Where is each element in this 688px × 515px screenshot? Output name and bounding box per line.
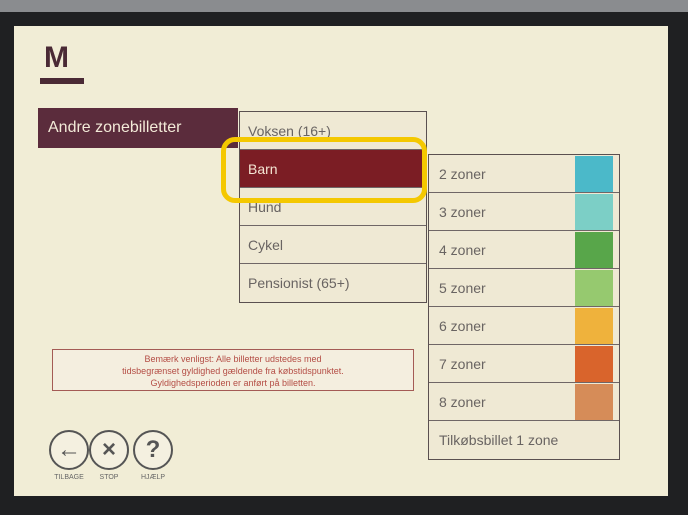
back-button[interactable]: ← — [49, 430, 89, 470]
zone-color-swatch — [575, 232, 613, 268]
category-tab[interactable]: Andre zonebilletter — [38, 108, 238, 148]
notice-line-3: Gyldighedsperioden er anført på billette… — [150, 378, 316, 388]
logo-letter: M — [44, 41, 69, 74]
zone-option-3[interactable]: 3 zoner — [429, 193, 619, 231]
zone-label: 2 zoner — [439, 165, 486, 182]
zone-option-6[interactable]: 6 zoner — [429, 307, 619, 345]
metro-logo: M — [40, 40, 84, 84]
ticket-option-bicycle[interactable]: Cykel — [240, 226, 426, 264]
zone-label: 3 zoner — [439, 203, 486, 220]
logo-underline — [40, 78, 84, 84]
validity-notice: Bemærk venligst: Alle billetter udstedes… — [52, 349, 414, 391]
stop-button[interactable]: × — [89, 430, 129, 470]
ticket-option-adult[interactable]: Voksen (16+) — [240, 112, 426, 150]
ticket-option-pensioner[interactable]: Pensionist (65+) — [240, 264, 426, 302]
back-arrow-icon: ← — [57, 436, 81, 463]
zone-option-supplement[interactable]: Tilkøbsbillet 1 zone — [429, 421, 619, 459]
zone-color-swatch — [575, 156, 613, 192]
zone-label: 6 zoner — [439, 317, 486, 334]
close-icon: × — [101, 436, 116, 463]
zone-color-swatch — [575, 308, 613, 344]
zone-color-swatch — [575, 194, 613, 230]
help-icon: ? — [145, 436, 161, 463]
zone-color-swatch — [575, 270, 613, 306]
zone-label: 8 zoner — [439, 393, 486, 410]
zone-color-swatch — [575, 346, 613, 382]
notice-line-1: Bemærk venligst: Alle billetter udstedes… — [144, 354, 322, 364]
zone-color-swatch — [575, 384, 613, 420]
zone-list: 2 zoner 3 zoner 4 zoner 5 zoner 6 zoner … — [428, 154, 620, 460]
help-button[interactable]: ? — [133, 430, 173, 470]
zone-option-2[interactable]: 2 zoner — [429, 155, 619, 193]
zone-label: Tilkøbsbillet 1 zone — [439, 432, 559, 448]
navigation-buttons: ← × ? TILBAGE STOP HJÆLP — [49, 430, 189, 490]
kiosk-screen: M Andre zonebilletter Voksen (16+) Barn … — [14, 26, 668, 496]
ticket-type-list: Voksen (16+) Barn Hund Cykel Pensionist … — [239, 111, 427, 303]
zone-option-4[interactable]: 4 zoner — [429, 231, 619, 269]
zone-label: 4 zoner — [439, 241, 486, 258]
help-label: HJÆLP — [140, 474, 166, 481]
notice-line-2: tidsbegrænset gyldighed gældende fra køb… — [122, 366, 344, 376]
zone-option-8[interactable]: 8 zoner — [429, 383, 619, 421]
zone-label: 7 zoner — [439, 355, 486, 372]
zone-label: 5 zoner — [439, 279, 486, 296]
zone-option-7[interactable]: 7 zoner — [429, 345, 619, 383]
ticket-option-child[interactable]: Barn — [240, 150, 426, 188]
zone-option-5[interactable]: 5 zoner — [429, 269, 619, 307]
ticket-option-dog[interactable]: Hund — [240, 188, 426, 226]
